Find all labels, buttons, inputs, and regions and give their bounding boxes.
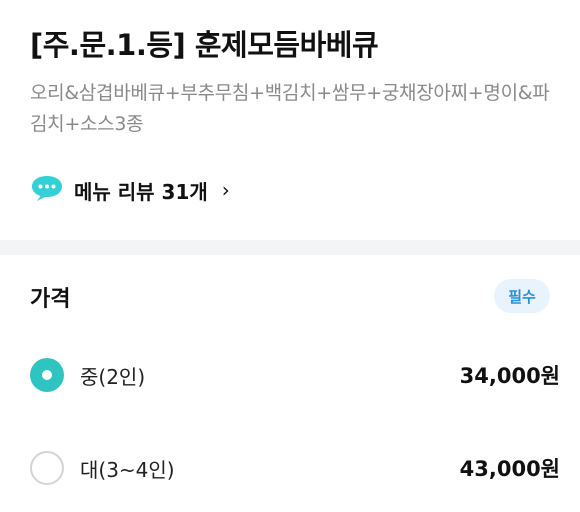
review-count-label: 메뉴 리뷰 31개 <box>74 179 208 204</box>
menu-title: [주.문.1.등] 훈제모듬바베큐 <box>30 28 379 62</box>
radio-unselected-icon[interactable] <box>30 451 64 485</box>
menu-header: [주.문.1.등] 훈제모듬바베큐 오리&삼겹바베큐+부추무침+백김치+쌈무+궁… <box>0 0 580 240</box>
menu-review-link[interactable]: 메뉴 리뷰 31개 › <box>30 170 230 210</box>
price-section-title: 가격 <box>30 287 71 312</box>
price-option-medium[interactable]: 중(2인) 34,000원 <box>30 353 560 397</box>
option-label: 중(2인) <box>80 364 146 389</box>
option-price: 43,000원 <box>459 457 560 481</box>
chevron-right-icon: › <box>221 178 230 202</box>
option-label: 대(3~4인) <box>80 457 175 482</box>
speech-bubble-icon <box>30 173 64 207</box>
radio-selected-icon[interactable] <box>30 358 64 392</box>
section-divider <box>0 240 580 255</box>
option-price: 34,000원 <box>459 364 560 388</box>
price-option-large[interactable]: 대(3~4인) 43,000원 <box>30 446 560 490</box>
required-badge: 필수 <box>494 279 550 313</box>
price-section: 가격 필수 중(2인) 34,000원 대(3~4인) 43,000원 <box>0 255 580 512</box>
menu-description: 오리&삼겹바베큐+부추무침+백김치+쌈무+궁채장아찌+명이&파김치+소스3종 <box>30 82 550 135</box>
